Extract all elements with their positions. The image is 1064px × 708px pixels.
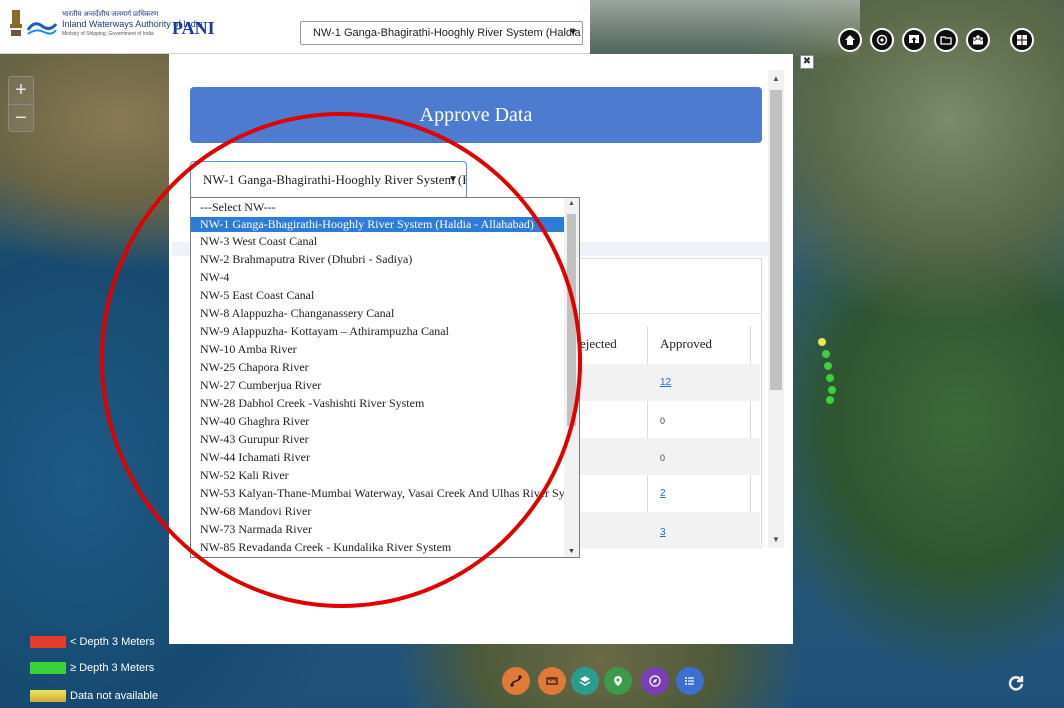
header-nw-select-value: NW-1 Ganga-Bhagirathi-Hooghly River Syst…: [313, 27, 582, 39]
close-button[interactable]: ✖: [800, 55, 814, 69]
river-marker: [826, 374, 834, 382]
dropdown-option[interactable]: NW-27 Cumberjua River: [191, 378, 565, 393]
approved-count: 0: [660, 453, 666, 463]
nw-select[interactable]: NW-1 Ganga-Bhagirathi-Hooghly River Syst…: [190, 161, 467, 199]
dropdown-option[interactable]: NW-73 Narmada River: [191, 522, 565, 537]
app-name: PANI: [172, 18, 215, 38]
column-header-approved: Approved: [660, 336, 712, 351]
legend-label: ≥ Depth 3 Meters: [70, 662, 155, 674]
column-header-rejected: ejected: [580, 336, 617, 351]
river-marker: [828, 386, 836, 394]
legend-label: < Depth 3 Meters: [70, 636, 155, 648]
dropdown-option[interactable]: NW-43 Gurupur River: [191, 432, 565, 447]
location-icon: [876, 34, 888, 46]
dropdown-option[interactable]: NW-28 Dabhol Creek -Vashishti River Syst…: [191, 396, 565, 411]
zoom-control: + −: [8, 76, 34, 132]
dropdown-option[interactable]: NW-53 Kalyan-Thane-Mumbai Waterway, Vasa…: [191, 486, 565, 501]
list-icon: [685, 677, 694, 685]
river-marker: [824, 362, 832, 370]
grid-icon: [1017, 35, 1027, 45]
legend-swatch-red: [30, 636, 66, 648]
approved-count-link[interactable]: 3: [660, 527, 666, 538]
home-icon: [845, 35, 855, 45]
chevron-down-icon: ▼: [448, 174, 458, 185]
dropdown-scrollbar[interactable]: ▲ ▼: [564, 198, 579, 557]
dropdown-option[interactable]: NW-2 Brahmaputra River (Dhubri - Sadiya): [191, 252, 565, 267]
dropdown-option[interactable]: NW-52 Kali River: [191, 468, 565, 483]
zoom-in-button[interactable]: +: [9, 77, 33, 104]
list-button[interactable]: [676, 667, 704, 695]
upload-button[interactable]: [902, 28, 926, 52]
scrollbar-thumb[interactable]: [567, 214, 576, 426]
dropdown-option[interactable]: NW-8 Alappuzha- Changanassery Canal: [191, 306, 565, 321]
dropdown-option[interactable]: NW-5 East Coast Canal: [191, 288, 565, 303]
scrollbar-thumb[interactable]: [770, 90, 782, 390]
approved-count: 0: [660, 416, 666, 426]
nw-dropdown-list[interactable]: ---Select NW--- NW-1 Ganga-Bhagirathi-Ho…: [190, 197, 580, 558]
refresh-button[interactable]: [1001, 668, 1031, 698]
dropdown-option[interactable]: NW-25 Chapora River: [191, 360, 565, 375]
legend-item: ≥ Depth 3 Meters: [30, 662, 154, 674]
dropdown-option[interactable]: ---Select NW---: [191, 200, 565, 215]
refresh-icon: [1008, 676, 1024, 691]
route-button[interactable]: [502, 667, 530, 695]
header-nw-select[interactable]: NW-1 Ganga-Bhagirathi-Hooghly River Syst…: [300, 21, 583, 45]
ruler-button[interactable]: [538, 667, 566, 695]
folder-icon: [940, 36, 952, 45]
river-marker: [822, 350, 830, 358]
compass-button[interactable]: [641, 667, 669, 695]
nw-select-value: NW-1 Ganga-Bhagirathi-Hooghly River Syst…: [203, 172, 467, 187]
dropdown-option[interactable]: NW-40 Ghaghra River: [191, 414, 565, 429]
approved-count-link[interactable]: 12: [660, 377, 671, 388]
dropdown-option[interactable]: NW-68 Mandovi River: [191, 504, 565, 519]
dropdown-option[interactable]: NW-4: [191, 270, 565, 285]
ruler-icon: [546, 677, 558, 685]
dropdown-option[interactable]: NW-10 Amba River: [191, 342, 565, 357]
folder-button[interactable]: [934, 28, 958, 52]
dropdown-option-selected[interactable]: NW-1 Ganga-Bhagirathi-Hooghly River Syst…: [191, 217, 565, 232]
modal-title: Approve Data: [190, 87, 762, 143]
dropdown-option[interactable]: NW-9 Alappuzha- Kottayam – Athirampuzha …: [191, 324, 565, 339]
brand-ministry: Ministry of Shipping, Government of Indi…: [62, 31, 154, 37]
legend-item: Data not available: [30, 690, 158, 702]
layers-icon: [579, 676, 591, 686]
river-marker: [826, 396, 834, 404]
dropdown-option[interactable]: NW-3 West Coast Canal: [191, 234, 565, 249]
legend-swatch-green: [30, 662, 66, 674]
layers-button[interactable]: [571, 667, 599, 695]
chevron-down-icon: ▼: [568, 27, 578, 38]
legend-label: Data not available: [70, 690, 159, 702]
river-marker: [818, 338, 826, 346]
dropdown-option[interactable]: NW-85 Revadanda Creek - Kundalika River …: [191, 540, 565, 555]
iwai-logo-icon: [26, 22, 58, 35]
scroll-up-icon[interactable]: ▲: [772, 74, 780, 83]
users-button[interactable]: [966, 28, 990, 52]
app-header: भारतीय अन्तर्देशीय जलमार्ग प्राधिकरण Inl…: [0, 0, 590, 54]
location-button[interactable]: [870, 28, 894, 52]
scroll-down-icon[interactable]: ▼: [772, 535, 780, 544]
modal-scrollbar[interactable]: ▲ ▼: [768, 70, 784, 548]
brand-hindi: भारतीय अन्तर्देशीय जलमार्ग प्राधिकरण: [62, 11, 159, 18]
emblem-icon: [10, 10, 22, 36]
map-pin-button[interactable]: [604, 667, 632, 695]
map-pin-icon: [614, 676, 622, 686]
legend-swatch-yellow: [30, 690, 66, 702]
dropdown-option[interactable]: NW-44 Ichamati River: [191, 450, 565, 465]
users-icon: [973, 35, 983, 45]
legend-item: < Depth 3 Meters: [30, 636, 155, 648]
route-icon: [510, 675, 522, 687]
home-button[interactable]: [838, 28, 862, 52]
map-terrain: [560, 0, 860, 60]
scroll-down-icon[interactable]: ▼: [568, 548, 575, 555]
grid-button[interactable]: [1010, 28, 1034, 52]
approved-count-link[interactable]: 2: [660, 488, 666, 499]
zoom-out-button[interactable]: −: [9, 104, 33, 131]
upload-icon: [909, 35, 919, 45]
scroll-up-icon[interactable]: ▲: [568, 200, 575, 207]
compass-icon: [649, 675, 661, 687]
